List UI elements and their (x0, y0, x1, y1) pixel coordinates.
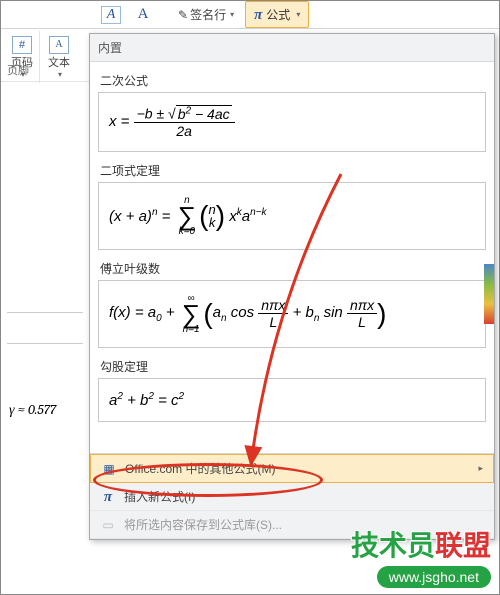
watermark: 技术员联盟 www.jsgho.net (351, 524, 491, 588)
equation-label: 公式 (266, 6, 290, 23)
left-column: 页脚 (1, 59, 89, 344)
footer-office-more[interactable]: ▦ Office.com 中的其他公式(M) ▸ (90, 454, 494, 483)
hash-icon: # (12, 36, 32, 54)
signature-label: 签名行 (190, 6, 226, 23)
watermark-url: www.jsgho.net (377, 566, 491, 588)
dropdown-header-builtin: 内置 (90, 34, 494, 62)
chevron-down-icon: ▾ (296, 10, 300, 19)
wordart-icon: A (101, 6, 121, 24)
equation-binomial[interactable]: (x + a)n = n∑k=0 (nk) xkan−k (98, 182, 486, 250)
chevron-down-icon: ▾ (230, 10, 234, 19)
scrollbar-indicator[interactable] (484, 264, 494, 324)
watermark-text-2: 联盟 (435, 530, 491, 561)
footer-save-label: 将所选内容保存到公式库(S)... (124, 516, 282, 533)
signature-icon: ✎ (178, 8, 188, 22)
signature-line-button[interactable]: ✎ 签名行 ▾ (171, 3, 241, 26)
equation-pythag[interactable]: a2 + b2 = c2 (98, 378, 486, 422)
equation-button[interactable]: π 公式 ▾ (245, 1, 309, 28)
header-footer-label: 页脚 (1, 59, 89, 82)
footer-insert-label: 插入新公式(I) (124, 488, 195, 505)
watermark-text-1: 技术员 (351, 530, 435, 561)
textbox-icon: A (49, 36, 69, 54)
pi-icon: π (254, 5, 262, 24)
save-gallery-icon: ▭ (100, 517, 116, 533)
submenu-arrow-icon: ▸ (478, 463, 483, 474)
dropdown-body: 二次公式 x = −b ± √b2 − 4ac2a 二项式定理 (x + a)n… (90, 62, 494, 430)
section-quadratic: 二次公式 (98, 66, 486, 92)
office-icon: ▦ (101, 461, 117, 477)
equation-dropdown: 内置 二次公式 x = −b ± √b2 − 4ac2a 二项式定理 (x + … (89, 33, 495, 540)
dropcap-button[interactable]: A (129, 4, 157, 26)
footer-insert-new[interactable]: π 插入新公式(I) (90, 483, 494, 511)
section-pythag: 勾股定理 (98, 352, 486, 378)
ribbon-row1: A A ✎ 签名行 ▾ π 公式 ▾ (1, 1, 499, 29)
pi-icon: π (100, 489, 116, 505)
section-fourier: 傅立叶级数 (98, 254, 486, 280)
text-styles-group[interactable]: A (97, 4, 125, 26)
equation-quadratic[interactable]: x = −b ± √b2 − 4ac2a (98, 92, 486, 152)
gamma-value: γ ≈ 0.577 (9, 401, 56, 419)
dropcap-icon: A (133, 6, 153, 24)
footer-office-label: Office.com 中的其他公式(M) (125, 460, 275, 477)
equation-fourier[interactable]: f(x) = a0 + ∞∑n=1 ( an cos nπxL + bn sin… (98, 280, 486, 348)
section-binomial: 二项式定理 (98, 156, 486, 182)
